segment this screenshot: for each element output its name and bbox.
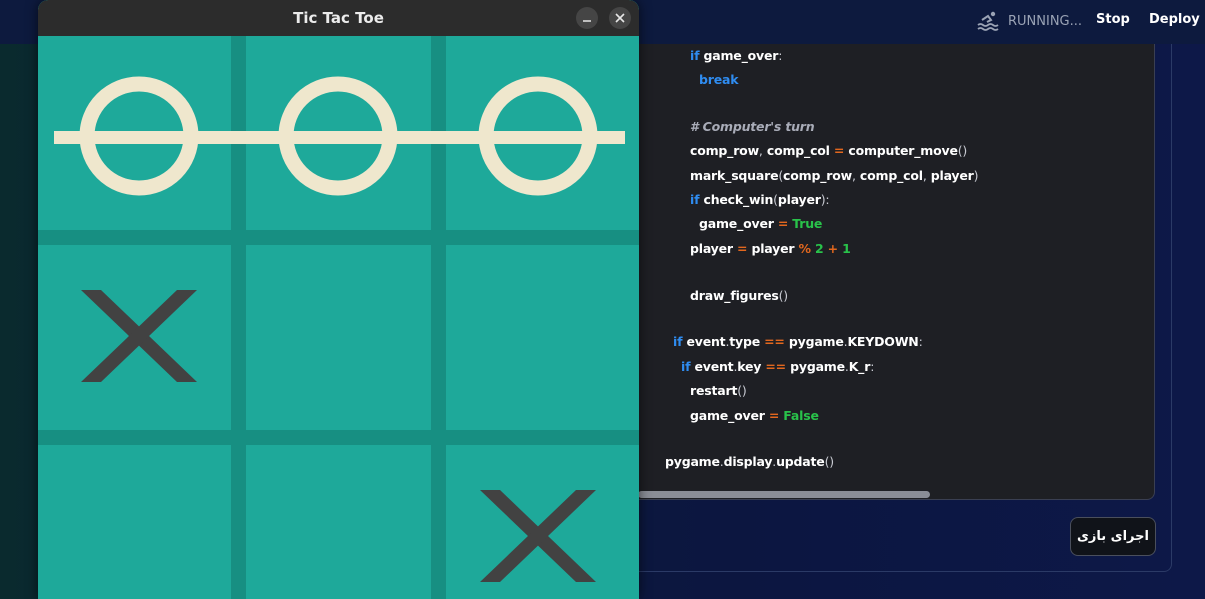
code-token: event [682,334,726,349]
code-token: player [690,241,738,256]
code-token: if [690,192,700,207]
code-line: if check_win(player): [690,192,830,207]
game-window: Tic Tac Toe [38,0,639,599]
close-icon [615,13,625,23]
code-line: if event.type == pygame.KEYDOWN: [673,334,923,349]
code-token: break [699,72,739,87]
code-token: () [957,143,968,158]
code-token: False [779,408,819,423]
code-line: break [699,72,739,87]
minimize-button[interactable] [576,7,598,29]
code-token: ) [973,168,979,183]
code-token: == [764,334,785,349]
code-token: () [778,288,789,303]
code-token: if [690,48,700,63]
code-line: if event.key == pygame.K_r: [681,359,874,374]
code-token: computer_move [844,143,958,158]
code-token: + [827,241,838,256]
code-token: # Computer's turn [690,119,815,134]
code-token: () [737,383,747,398]
code-token: check_win [699,192,774,207]
horizontal-scrollbar[interactable] [638,491,930,498]
running-status: RUNNING... [976,10,1082,32]
code-line: pygame.display.update() [665,454,834,469]
code-token: pygame [665,454,720,469]
code-editor[interactable] [620,44,1155,500]
code-line: if game_over: [690,48,782,63]
code-token: update [776,454,825,469]
code-token: draw_figures [690,288,779,303]
code-token: = [777,216,789,231]
code-token: game_over [699,48,779,63]
code-token: : [918,334,923,349]
code-token: True [788,216,823,231]
code-token: ): [820,192,830,207]
code-token: player [777,192,821,207]
code-token: = [768,408,780,423]
deploy-button[interactable]: Deploy [1149,12,1200,27]
code-line: mark_square(comp_row, comp_col, player) [690,168,979,183]
game-board[interactable] [38,36,639,599]
swimmer-icon [977,11,999,31]
code-token: : [778,48,783,63]
run-game-button[interactable]: اجرای بازی [1070,517,1156,556]
code-token: pygame [785,359,845,374]
winning-line [54,131,625,144]
code-token: game_over [699,216,778,231]
code-token: K_r [848,359,871,374]
code-line: # Computer's turn [690,119,815,134]
code-line: draw_figures() [690,288,788,303]
code-token: if [673,334,683,349]
grid-line-vertical [231,36,246,599]
code-line: restart() [690,383,747,398]
code-token: : [870,359,875,374]
code-token: comp_col [855,168,923,183]
running-label: RUNNING... [1008,13,1083,29]
code-token: = [833,143,845,158]
code-token: game_over [690,408,769,423]
code-token: = [737,241,748,256]
close-button[interactable] [609,7,631,29]
code-token: restart [690,383,738,398]
code-token: == [765,359,786,374]
code-line: game_over = True [699,216,822,231]
minimize-icon [583,20,591,22]
grid-line-horizontal [38,230,639,245]
code-token: player [926,168,974,183]
code-token: comp_row [783,168,852,183]
code-token: player [747,241,799,256]
code-token: key [737,359,766,374]
code-token: event [690,359,734,374]
code-token: () [824,454,835,469]
grid-line-vertical [431,36,446,599]
code-token: mark_square [690,168,779,183]
window-titlebar[interactable]: Tic Tac Toe [38,0,639,36]
code-line: player = player % 2 + 1 [690,241,851,256]
stop-button[interactable]: Stop [1096,12,1130,27]
code-token: 1 [837,241,851,256]
code-token: KEYDOWN [847,334,919,349]
code-token: % [798,241,812,256]
code-token: comp_col [762,143,834,158]
code-token: comp_row [690,143,759,158]
code-token: if [681,359,691,374]
code-token: 2 [810,241,828,256]
code-token: type [729,334,765,349]
window-title: Tic Tac Toe [293,9,384,27]
grid-line-horizontal [38,430,639,445]
code-line: game_over = False [690,408,819,423]
code-token: pygame [784,334,844,349]
code-line: comp_row, comp_col = computer_move() [690,143,967,158]
code-token: display [723,454,773,469]
